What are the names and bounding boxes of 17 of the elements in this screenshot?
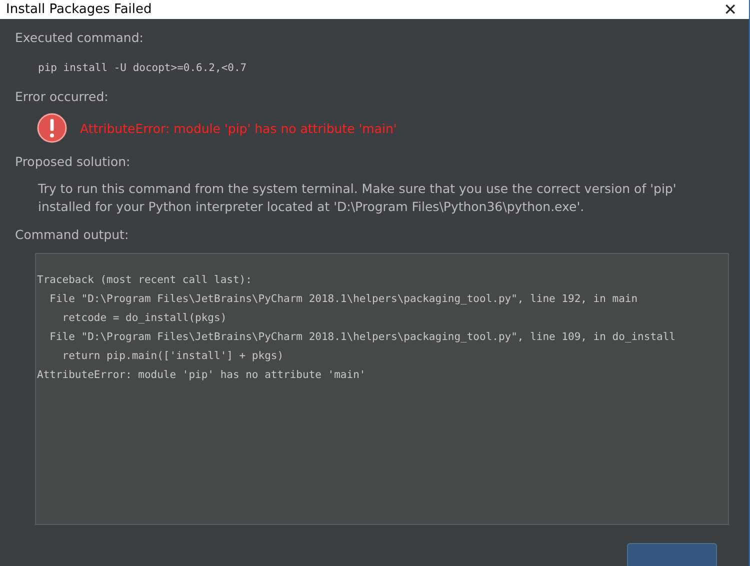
- output-line: AttributeError: module 'pip' has no attribute 'main': [37, 369, 367, 383]
- section-heading: Error occurred:: [15, 89, 110, 104]
- output-line: File "D:\Program Files\JetBrains\PyCharm 2018.1\helpers\packaging_tool.py", line 192, in main: [48, 293, 639, 307]
- window-title: Install Packages Failed: [6, 2, 152, 17]
- output-line: return pip.main(['install'] + pkgs): [61, 350, 285, 364]
- section-heading: Executed command:: [15, 30, 144, 45]
- solution-text: Try to run this command from the system terminal. Make sure that you use the correct version of 'pip' installed for your Python interpreter located at 'D:\Program Files\Python36\python.exe'.: [38, 180, 678, 216]
- dialog-button[interactable]: [627, 543, 717, 566]
- output-line: retcode = do_install(pkgs): [61, 312, 228, 326]
- output-line: File "D:\Program Files\JetBrains\PyCharm 2018.1\helpers\packaging_tool.py", line 109, in do_install: [48, 331, 676, 345]
- output-line: Traceback (most recent call last):: [37, 274, 253, 288]
- section-heading: Command output:: [15, 227, 130, 242]
- error-icon: [37, 113, 67, 143]
- command-text: pip install -U docopt>=0.6.2,<0.7: [38, 62, 248, 74]
- section-heading: Proposed solution:: [15, 154, 132, 169]
- close-button[interactable]: ✕: [718, 0, 743, 19]
- error-message: AttributeError: module 'pip' has no attribute 'main': [80, 120, 397, 136]
